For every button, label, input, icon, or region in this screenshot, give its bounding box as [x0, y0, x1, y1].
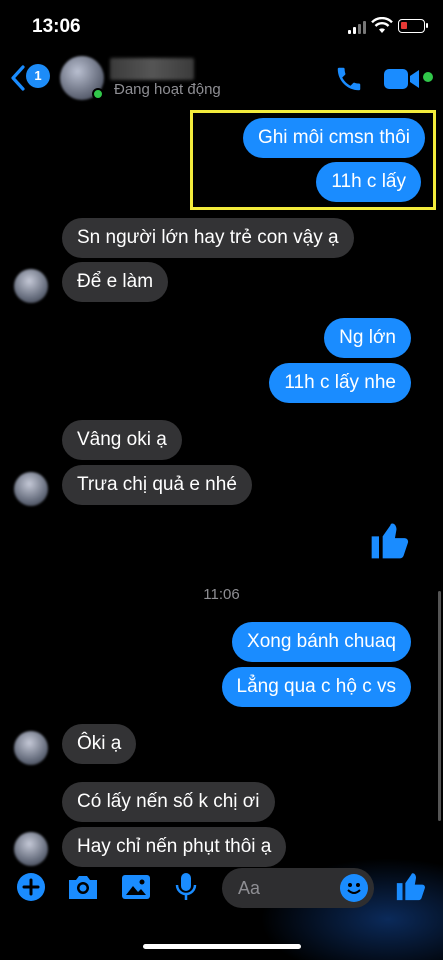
message-timestamp: 11:06	[203, 586, 240, 603]
outgoing-message[interactable]: Lẳng qua c hộ c vs	[221, 667, 411, 707]
incoming-message[interactable]: Để e làm	[62, 262, 169, 302]
thumbs-up-icon[interactable]	[394, 869, 428, 903]
emoji-icon[interactable]	[340, 874, 368, 902]
contact-avatar-small[interactable]	[14, 269, 48, 303]
image-icon[interactable]	[120, 872, 152, 902]
incoming-message[interactable]: Vâng oki ạ	[62, 420, 182, 460]
outgoing-message[interactable]: 11h c lấy nhe	[269, 363, 411, 403]
plus-circle-icon[interactable]	[16, 872, 46, 902]
online-indicator-dot	[423, 72, 433, 82]
contact-avatar-small[interactable]	[14, 731, 48, 765]
message-list[interactable]: Ghi môi cmsn thôi 11h c lấy Sn người lớn…	[0, 106, 443, 867]
incoming-message[interactable]: Sn người lớn hay trẻ con vậy ạ	[62, 218, 354, 258]
outgoing-message[interactable]: 11h c lấy	[316, 162, 421, 202]
home-indicator[interactable]	[143, 944, 301, 949]
cellular-signal-icon	[348, 20, 368, 34]
contact-avatar-small[interactable]	[14, 472, 48, 506]
outgoing-message[interactable]: Ng lớn	[324, 318, 411, 358]
incoming-message[interactable]: Có lấy nến số k chị ơi	[62, 782, 275, 822]
chat-header: 1 Đang hoạt động	[0, 52, 443, 106]
wifi-icon	[371, 17, 393, 33]
message-input-container[interactable]	[222, 868, 374, 908]
online-status-dot	[92, 88, 104, 100]
unread-count-badge: 1	[26, 64, 50, 88]
outgoing-message[interactable]: Xong bánh chuaq	[232, 622, 411, 662]
active-status-text: Đang hoạt động	[114, 81, 221, 98]
composer-bar	[0, 858, 443, 960]
incoming-message[interactable]: Ôki ạ	[62, 724, 137, 764]
phone-icon[interactable]	[334, 64, 364, 94]
video-camera-icon[interactable]	[383, 66, 421, 92]
microphone-icon[interactable]	[174, 872, 198, 902]
camera-icon[interactable]	[66, 872, 100, 902]
status-bar: 13:06	[0, 0, 443, 52]
outgoing-message[interactable]: Ghi môi cmsn thôi	[242, 118, 425, 158]
chevron-left-icon	[11, 65, 25, 91]
contact-name-redacted[interactable]	[110, 58, 194, 80]
battery-icon	[398, 19, 428, 33]
status-time: 13:06	[32, 16, 81, 37]
thumbs-up-icon[interactable]	[368, 518, 412, 562]
incoming-message[interactable]: Trưa chị quả e nhé	[62, 465, 252, 505]
scrollbar[interactable]	[438, 591, 441, 821]
message-input[interactable]	[238, 868, 338, 908]
back-button[interactable]: 1	[6, 62, 50, 92]
